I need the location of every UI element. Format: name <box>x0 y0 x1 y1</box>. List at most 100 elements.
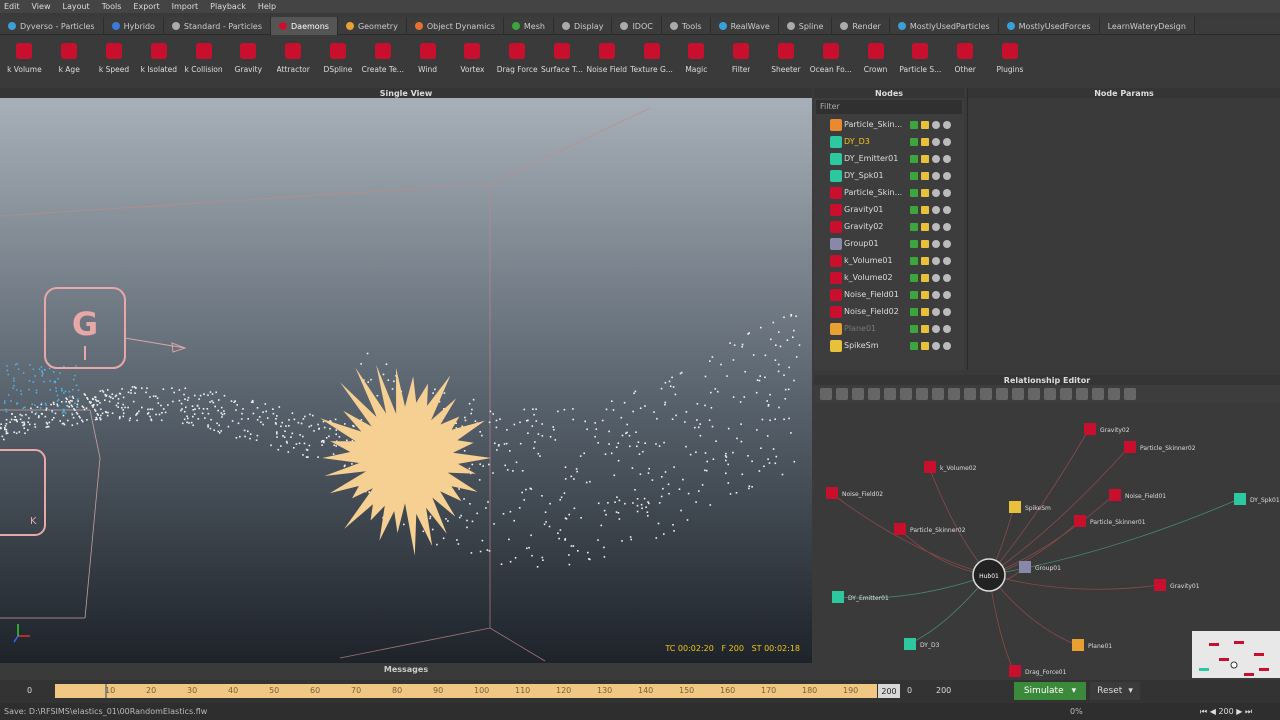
relationship-editor[interactable]: Relationship Editor Gravity02 Particle_Sk… <box>814 375 1280 681</box>
hub-node[interactable]: Hub01 <box>972 558 1006 592</box>
tool-k-collision[interactable]: k Collision <box>181 35 226 85</box>
visibility-toggle-icon[interactable] <box>943 188 951 197</box>
visibility-toggle-icon[interactable] <box>910 341 918 350</box>
tab-mostlyusedparticles[interactable]: MostlyUsedParticles <box>890 17 999 35</box>
tab-learnwaterydesign[interactable]: LearnWateryDesign <box>1100 17 1195 35</box>
visibility-toggle-icon[interactable] <box>910 290 918 299</box>
relationship-tool-icon[interactable] <box>884 388 896 400</box>
tab-realwave[interactable]: RealWave <box>711 17 779 35</box>
messages-panel-title[interactable]: Messages <box>0 665 812 678</box>
tab-mesh[interactable]: Mesh <box>504 17 554 35</box>
simulate-button[interactable]: Simulate ▾ <box>1014 682 1086 700</box>
visibility-toggle-icon[interactable] <box>921 341 929 350</box>
menu-export[interactable]: Export <box>133 2 159 11</box>
graph-node[interactable]: Gravity02 <box>1084 423 1130 435</box>
relationship-graph[interactable]: Gravity02 Particle_Skinner02 k_Volume02 Noi… <box>814 403 1280 681</box>
visibility-toggle-icon[interactable] <box>932 120 940 129</box>
visibility-toggle-icon[interactable] <box>910 171 918 180</box>
graph-node[interactable]: DY_D3 <box>904 638 940 650</box>
node-row[interactable]: Particle_Skin... <box>814 116 964 133</box>
node-row[interactable]: Plane01 <box>814 320 964 337</box>
visibility-toggle-icon[interactable] <box>943 171 951 180</box>
menu-playback[interactable]: Playback <box>210 2 246 11</box>
tab-hybrido[interactable]: Hybrido <box>104 17 164 35</box>
tool-sheeter[interactable]: Sheeter <box>764 35 809 85</box>
visibility-toggle-icon[interactable] <box>910 137 918 146</box>
relationship-tool-icon[interactable] <box>900 388 912 400</box>
visibility-toggle-icon[interactable] <box>921 256 929 265</box>
menu-help[interactable]: Help <box>258 2 276 11</box>
tab-standard-particles[interactable]: Standard - Particles <box>164 17 272 35</box>
tool-dspline[interactable]: DSpline <box>316 35 361 85</box>
tab-tools[interactable]: Tools <box>662 17 711 35</box>
tool-plugins[interactable]: Plugins <box>988 35 1033 85</box>
visibility-toggle-icon[interactable] <box>943 154 951 163</box>
visibility-toggle-icon[interactable] <box>943 205 951 214</box>
node-row[interactable]: DY_Emitter01 <box>814 150 964 167</box>
tool-noise-field[interactable]: Noise Field <box>584 35 629 85</box>
relationship-tool-icon[interactable] <box>868 388 880 400</box>
visibility-toggle-icon[interactable] <box>943 290 951 299</box>
visibility-toggle-icon[interactable] <box>943 307 951 316</box>
range-end-field[interactable]: 200 <box>936 686 951 695</box>
relationship-tool-icon[interactable] <box>964 388 976 400</box>
visibility-toggle-icon[interactable] <box>943 341 951 350</box>
visibility-toggle-icon[interactable] <box>921 120 929 129</box>
relationship-tool-icon[interactable] <box>932 388 944 400</box>
node-row[interactable]: k_Volume01 <box>814 252 964 269</box>
single-view-viewport[interactable]: Single View G K TC 00:02:20 F 200 ST 00:… <box>0 88 812 663</box>
visibility-toggle-icon[interactable] <box>943 137 951 146</box>
tab-render[interactable]: Render <box>832 17 890 35</box>
timeline-slider[interactable]: 10 20 30 40 50 60 70 80 90 100 110 120 130 140 150 160 1… <box>55 684 877 698</box>
graph-node[interactable]: Noise_Field02 <box>826 487 883 499</box>
tool-ocean-fo[interactable]: Ocean Fo... <box>808 35 853 85</box>
relationship-tool-icon[interactable] <box>1092 388 1104 400</box>
tab-object-dynamics[interactable]: Object Dynamics <box>407 17 504 35</box>
relationship-tool-icon[interactable] <box>1124 388 1136 400</box>
relationship-tool-icon[interactable] <box>836 388 848 400</box>
visibility-toggle-icon[interactable] <box>943 120 951 129</box>
range-start-field[interactable]: 0 <box>907 686 912 695</box>
current-frame-field[interactable]: 200 <box>878 684 900 698</box>
graph-node[interactable]: k_Volume02 <box>924 461 977 473</box>
relationship-tool-icon[interactable] <box>948 388 960 400</box>
visibility-toggle-icon[interactable] <box>921 290 929 299</box>
visibility-toggle-icon[interactable] <box>943 222 951 231</box>
tool-crown[interactable]: Crown <box>853 35 898 85</box>
tool-attractor[interactable]: Attractor <box>271 35 316 85</box>
visibility-toggle-icon[interactable] <box>921 239 929 248</box>
visibility-toggle-icon[interactable] <box>932 239 940 248</box>
graph-minimap[interactable] <box>1192 631 1280 681</box>
tab-display[interactable]: Display <box>554 17 613 35</box>
tool-other[interactable]: Other <box>943 35 988 85</box>
graph-node[interactable]: DY_Emitter01 <box>832 591 889 603</box>
tool-vortex[interactable]: Vortex <box>450 35 495 85</box>
visibility-toggle-icon[interactable] <box>943 273 951 282</box>
node-row[interactable]: Gravity02 <box>814 218 964 235</box>
relationship-tool-icon[interactable] <box>1012 388 1024 400</box>
tool-k-age[interactable]: k Age <box>47 35 92 85</box>
tab-dyverso-particles[interactable]: Dyverso - Particles <box>0 17 104 35</box>
visibility-toggle-icon[interactable] <box>921 273 929 282</box>
graph-node[interactable]: DY_Spk01 <box>1234 493 1280 505</box>
graph-node[interactable]: Particle_Skinner01 <box>1074 515 1146 527</box>
tool-wind[interactable]: Wind <box>405 35 450 85</box>
visibility-toggle-icon[interactable] <box>943 239 951 248</box>
visibility-toggle-icon[interactable] <box>921 171 929 180</box>
reset-button[interactable]: Reset ▾ <box>1090 682 1140 700</box>
tool-k-speed[interactable]: k Speed <box>92 35 137 85</box>
tab-mostlyusedforces[interactable]: MostlyUsedForces <box>999 17 1100 35</box>
visibility-toggle-icon[interactable] <box>921 324 929 333</box>
menu-view[interactable]: View <box>32 2 51 11</box>
tool-create-te[interactable]: Create Te... <box>360 35 405 85</box>
tab-spline[interactable]: Spline <box>779 17 833 35</box>
visibility-toggle-icon[interactable] <box>921 137 929 146</box>
tab-geometry[interactable]: Geometry <box>338 17 407 35</box>
visibility-toggle-icon[interactable] <box>921 154 929 163</box>
node-row[interactable]: Group01 <box>814 235 964 252</box>
visibility-toggle-icon[interactable] <box>910 307 918 316</box>
visibility-toggle-icon[interactable] <box>910 256 918 265</box>
tab-daemons[interactable]: Daemons <box>271 17 338 35</box>
visibility-toggle-icon[interactable] <box>921 307 929 316</box>
menu-import[interactable]: Import <box>172 2 199 11</box>
